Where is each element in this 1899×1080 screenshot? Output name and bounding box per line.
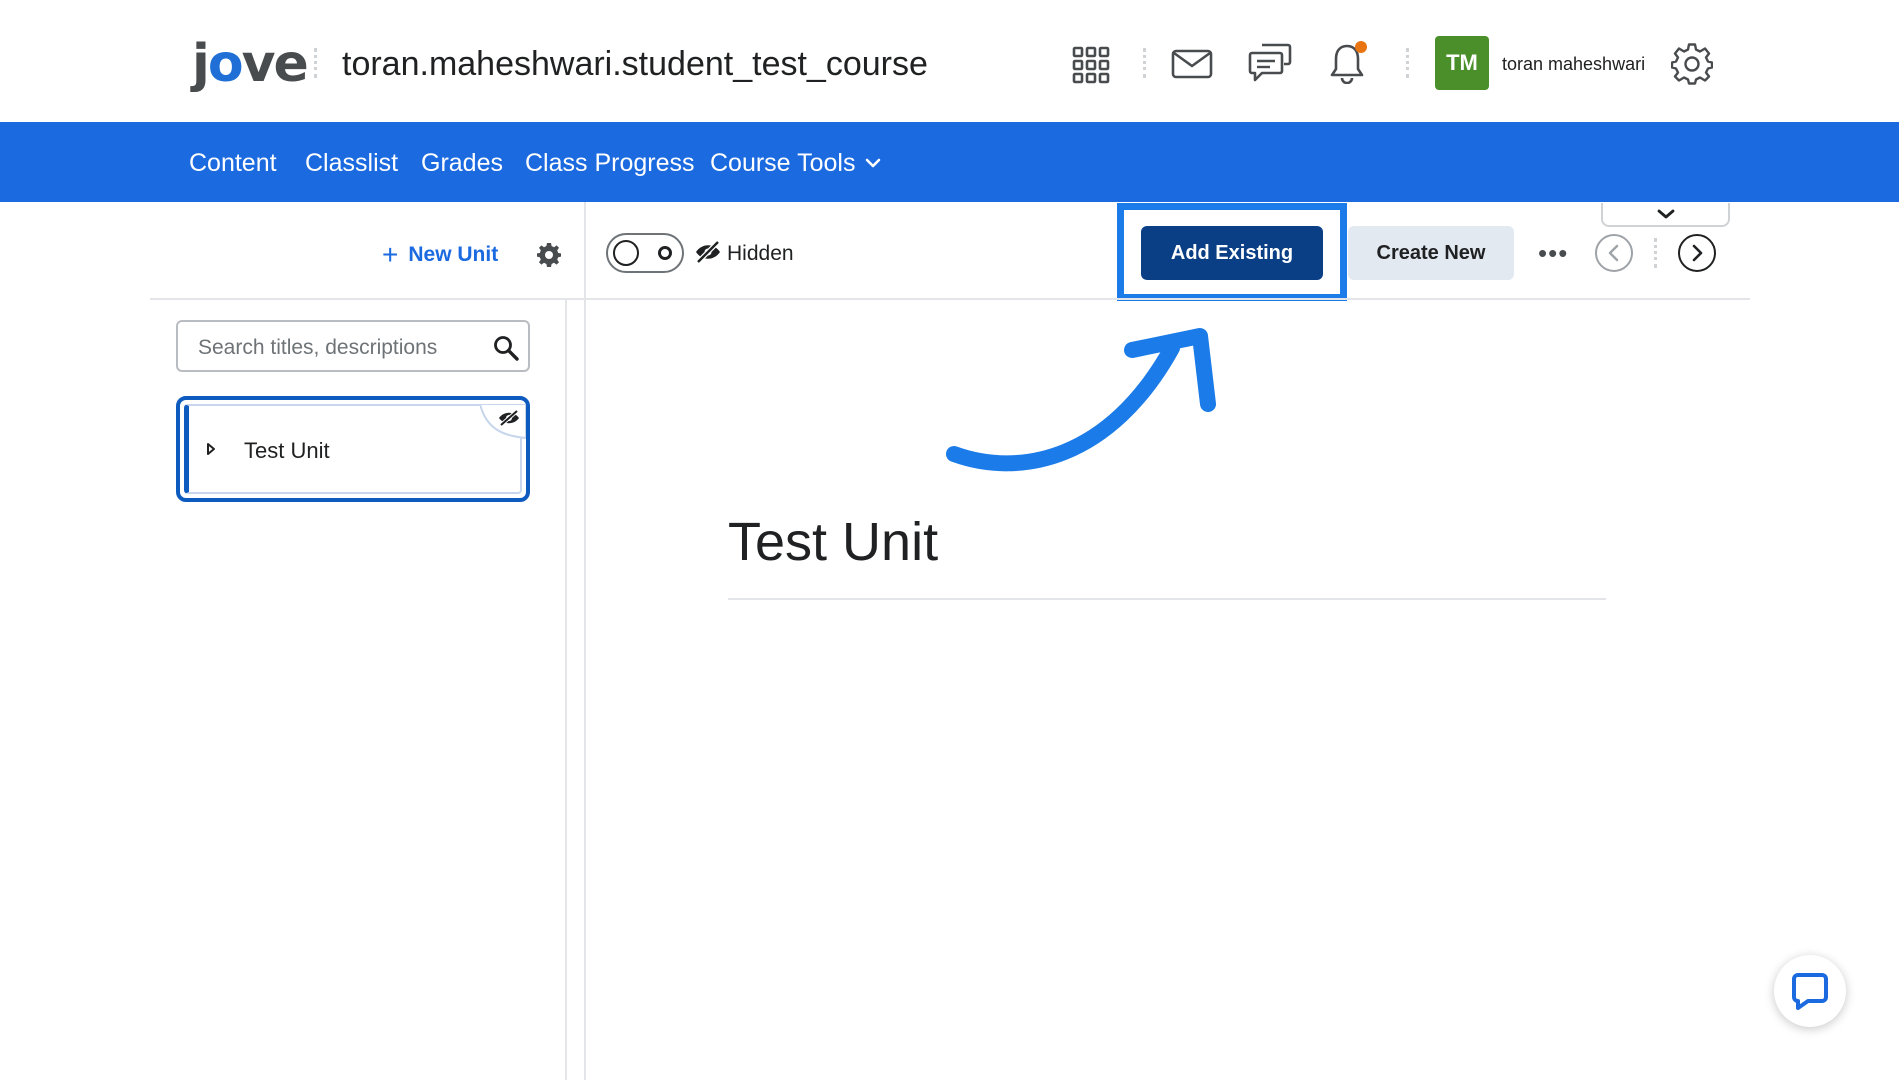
logo-letter-j: j [192, 34, 210, 94]
unit-title: Test Unit [244, 438, 330, 463]
sidebar-divider [150, 298, 585, 300]
panel-divider [584, 202, 586, 1080]
course-navbar: Content Classlist Grades Class Progress … [0, 122, 1899, 202]
avatar[interactable]: TM [1435, 36, 1489, 90]
header-divider-2 [1406, 48, 1409, 78]
heading-divider [728, 598, 1606, 600]
sidebar-scroll-edge [565, 298, 567, 1080]
next-arrow-icon[interactable] [1678, 234, 1716, 272]
nav-course-tools-label: Course Tools [710, 149, 856, 177]
chevron-down-icon [865, 158, 881, 168]
hidden-eye-icon [502, 408, 522, 428]
visibility-label: Hidden [727, 242, 794, 265]
unit-card-inner [184, 404, 522, 494]
top-bar: jove toran.maheshwari.student_test_cours… [0, 0, 1899, 122]
nav-classlist[interactable]: Classlist [305, 148, 398, 178]
unit-heading: Test Unit [728, 512, 939, 572]
logo-letter-o: o [207, 34, 244, 94]
unit-card-test-unit[interactable]: Test Unit [176, 396, 530, 502]
new-unit-button[interactable]: + New Unit [382, 240, 498, 270]
new-unit-label: New Unit [408, 243, 499, 266]
jove-logo[interactable]: jove [192, 34, 309, 94]
collapse-toolbar-tab[interactable] [1601, 203, 1730, 227]
caret-right-icon[interactable] [206, 442, 216, 461]
logo-letters-ve: ve [241, 34, 309, 94]
notification-dot [1355, 41, 1367, 53]
discussions-icon[interactable] [1246, 40, 1294, 86]
search-field[interactable] [176, 320, 530, 372]
gear-icon[interactable] [1670, 42, 1714, 86]
sidebar-settings-gear-icon[interactable] [534, 240, 564, 270]
logo-divider [314, 48, 317, 78]
user-name[interactable]: toran maheshwari [1502, 52, 1645, 76]
waffle-grid-icon[interactable] [1070, 44, 1112, 86]
create-new-button[interactable]: Create New [1348, 226, 1514, 280]
tutorial-arrow-icon [946, 328, 1216, 472]
previous-arrow-icon[interactable] [1595, 234, 1633, 272]
pager-divider [1654, 238, 1657, 268]
nav-course-tools[interactable]: Course Tools [710, 148, 881, 178]
plus-icon: + [382, 239, 399, 270]
add-existing-button[interactable]: Add Existing [1141, 226, 1323, 280]
nav-grades[interactable]: Grades [421, 148, 503, 178]
toolbar-divider [586, 298, 1750, 300]
nav-class-progress[interactable]: Class Progress [525, 148, 695, 178]
hidden-eye-icon [694, 240, 722, 269]
toggle-knob [613, 240, 639, 266]
search-input[interactable] [196, 332, 480, 364]
chat-support-button[interactable] [1774, 955, 1846, 1027]
mail-icon[interactable] [1168, 44, 1216, 84]
more-options-button[interactable]: ••• [1538, 236, 1568, 270]
toggle-off-indicator [658, 246, 672, 260]
search-icon[interactable] [492, 334, 520, 362]
course-title[interactable]: toran.maheshwari.student_test_course [342, 42, 928, 86]
chat-bubble-icon [1790, 971, 1830, 1011]
visibility-toggle[interactable] [606, 233, 684, 273]
nav-content[interactable]: Content [189, 148, 277, 178]
header-divider [1143, 48, 1146, 78]
chevron-down-icon [1657, 209, 1675, 219]
